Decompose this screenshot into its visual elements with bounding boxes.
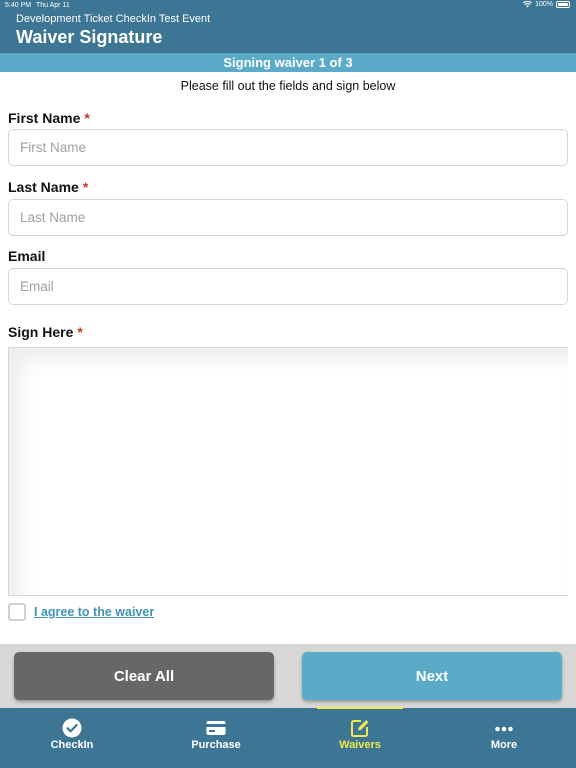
credit-card-icon bbox=[206, 721, 226, 735]
agree-row: I agree to the waiver bbox=[8, 602, 154, 622]
first-name-input[interactable] bbox=[8, 129, 568, 166]
edit-icon bbox=[351, 720, 369, 737]
required-marker: * bbox=[82, 179, 89, 195]
email-label: Email bbox=[8, 248, 46, 264]
battery-percent: 100% bbox=[535, 1, 553, 8]
first-name-label: First Name * bbox=[8, 110, 90, 126]
status-time: 5:40 PM bbox=[5, 2, 32, 9]
last-name-input[interactable] bbox=[8, 199, 568, 236]
check-circle-icon bbox=[62, 718, 82, 738]
first-name-label-text: First Name bbox=[8, 110, 81, 126]
required-marker: * bbox=[77, 324, 83, 340]
action-bar: Clear All Next bbox=[0, 644, 576, 708]
next-button[interactable]: Next bbox=[302, 652, 562, 700]
signature-pad[interactable] bbox=[8, 347, 568, 596]
wifi-icon bbox=[523, 1, 533, 8]
tab-label: Waivers bbox=[339, 739, 381, 751]
tab-purchase[interactable]: Purchase bbox=[144, 708, 288, 768]
battery-icon bbox=[556, 1, 570, 8]
tab-more[interactable]: More bbox=[432, 708, 576, 768]
tab-checkin[interactable]: CheckIn bbox=[0, 708, 144, 768]
signature-label: Sign Here * bbox=[8, 324, 83, 340]
tab-label: More bbox=[490, 739, 518, 751]
active-tab-indicator bbox=[317, 707, 403, 709]
more-dots-icon bbox=[495, 726, 513, 732]
status-indicators: 100% bbox=[523, 1, 570, 8]
last-name-label-text: Last Name bbox=[8, 179, 79, 195]
agree-checkbox[interactable] bbox=[8, 603, 26, 621]
waiver-progress-banner: Signing waiver 1 of 3 bbox=[0, 53, 576, 72]
instructions-text: Please fill out the fields and sign belo… bbox=[180, 79, 396, 93]
status-bar: 5:40 PM Thu Apr 11 100% bbox=[0, 0, 576, 12]
status-date: Thu Apr 11 bbox=[36, 2, 70, 9]
tab-waivers[interactable]: Waivers bbox=[288, 708, 432, 768]
clear-all-button[interactable]: Clear All bbox=[14, 652, 274, 700]
last-name-label: Last Name * bbox=[8, 179, 88, 195]
app-header: 5:40 PM Thu Apr 11 100% Development Tick… bbox=[0, 0, 576, 53]
event-name: Development Ticket CheckIn Test Event bbox=[16, 13, 211, 25]
signature-label-text: Sign Here bbox=[8, 324, 74, 340]
agree-waiver-link[interactable]: I agree to the waiver bbox=[34, 605, 154, 619]
page-title: Waiver Signature bbox=[16, 27, 163, 47]
tab-label: CheckIn bbox=[50, 739, 94, 751]
email-input[interactable] bbox=[8, 268, 568, 305]
required-marker: * bbox=[84, 110, 90, 126]
tab-label: Purchase bbox=[191, 739, 241, 751]
tab-bar: CheckIn Purchase Waivers More bbox=[0, 708, 576, 768]
